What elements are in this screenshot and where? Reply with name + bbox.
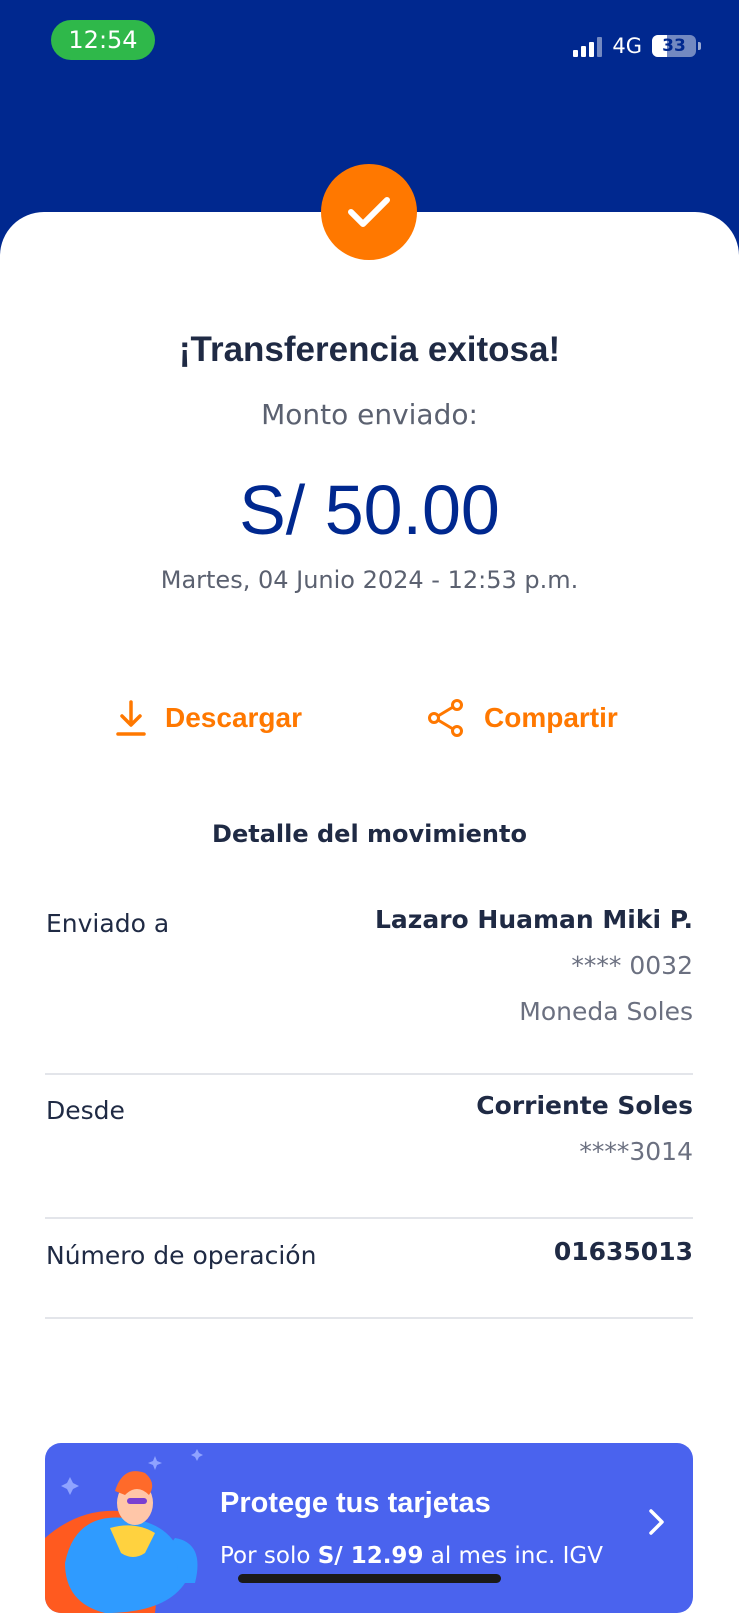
recipient-account: **** 0032	[571, 951, 693, 980]
detail-row-recipient: Enviado a Lazaro Huaman Miki P. **** 003…	[45, 905, 693, 1075]
status-time: 12:54	[51, 20, 155, 60]
detail-values: 01635013	[554, 1229, 693, 1275]
detail-label: Desde	[46, 1096, 125, 1125]
banner-price: S/ 12.99	[317, 1543, 424, 1569]
download-label: Descargar	[165, 702, 302, 733]
status-indicators: 4G 33	[573, 32, 701, 60]
page-title: ¡Transferencia exitosa!	[178, 330, 561, 369]
detail-values: Lazaro Huaman Miki P. **** 0032 Moneda S…	[375, 897, 693, 1035]
protect-cards-banner[interactable]: Protege tus tarjetas Por solo S/ 12.99 a…	[45, 1443, 693, 1613]
transaction-datetime: Martes, 04 Junio 2024 - 12:53 p.m.	[160, 566, 579, 594]
share-icon	[428, 699, 463, 737]
download-icon	[116, 700, 146, 736]
recipient-name: Lazaro Huaman Miki P.	[374, 905, 693, 934]
recipient-currency: Moneda Soles	[519, 997, 693, 1026]
detail-row-operation: Número de operación 01635013	[45, 1237, 693, 1319]
success-badge	[321, 164, 417, 260]
share-label: Compartir	[484, 702, 618, 733]
home-indicator[interactable]	[238, 1574, 501, 1583]
download-button[interactable]: Descargar	[115, 695, 302, 741]
source-account-type: Corriente Soles	[476, 1091, 693, 1120]
source-account-number: ****3014	[579, 1137, 693, 1166]
battery-cap	[698, 42, 701, 50]
detail-label: Enviado a	[46, 909, 170, 938]
detail-section-title: Detalle del movimiento	[212, 820, 527, 848]
signal-icon	[573, 35, 603, 57]
check-icon	[348, 197, 390, 227]
battery-level: 33	[662, 36, 686, 56]
network-type: 4G	[612, 34, 642, 58]
battery-icon: 33	[652, 35, 696, 57]
amount-value: S/ 50.00	[239, 471, 500, 549]
chevron-right-icon	[649, 1509, 664, 1535]
banner-sub-suffix: al mes inc. IGV	[430, 1543, 603, 1569]
share-button[interactable]: Compartir	[426, 695, 618, 741]
superhero-illustration	[45, 1449, 203, 1613]
detail-label: Número de operación	[46, 1241, 317, 1270]
operation-number: 01635013	[553, 1237, 693, 1266]
banner-subtitle: Por solo S/ 12.99 al mes inc. IGV	[220, 1543, 603, 1569]
detail-row-source: Desde Corriente Soles ****3014	[45, 1091, 693, 1219]
banner-title: Protege tus tarjetas	[220, 1487, 491, 1519]
amount-label: Monto enviado:	[261, 398, 478, 431]
detail-values: Corriente Soles ****3014	[476, 1083, 693, 1175]
banner-sub-prefix: Por solo	[220, 1543, 311, 1569]
